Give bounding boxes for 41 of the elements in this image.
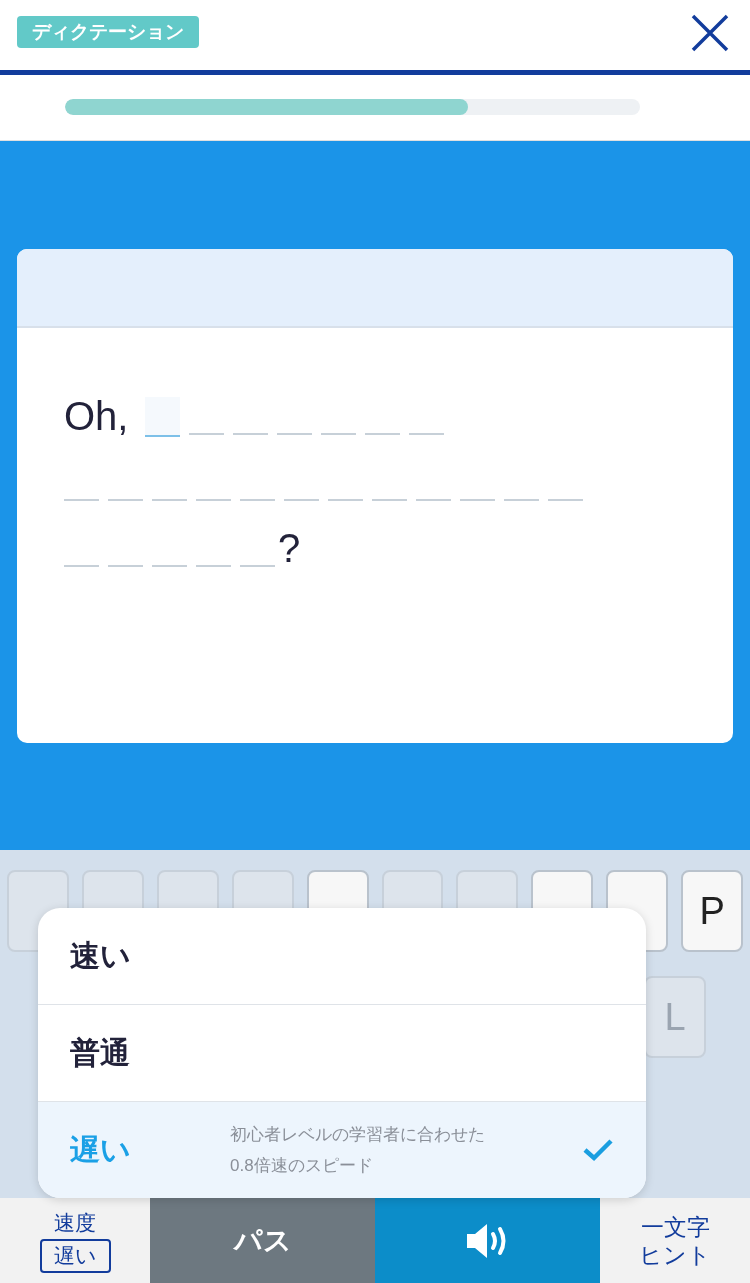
audio-button[interactable] (375, 1198, 600, 1283)
letter-blank[interactable] (277, 432, 313, 435)
letter-blank[interactable] (372, 498, 407, 501)
letter-blank[interactable] (108, 564, 143, 567)
mode-badge: ディクテーション (17, 15, 199, 48)
option-label: 遅い (70, 1131, 132, 1168)
letter-blank[interactable] (504, 498, 539, 501)
letter-blank[interactable] (196, 498, 231, 501)
letter-blank[interactable] (460, 498, 495, 501)
letter-blank[interactable] (240, 564, 275, 567)
speed-value: 遅い (39, 1238, 111, 1273)
letter-blank[interactable] (240, 498, 275, 501)
letter-blank[interactable] (108, 498, 143, 501)
speed-option[interactable]: 速い (38, 908, 646, 1004)
letter-blank[interactable] (365, 432, 401, 435)
letter-blank[interactable] (196, 564, 231, 567)
letter-blank[interactable] (152, 564, 187, 567)
letter-blank[interactable] (284, 498, 319, 501)
option-label: 速い (70, 937, 132, 974)
close-button[interactable] (690, 12, 730, 53)
letter-blank[interactable] (64, 564, 99, 567)
option-description: 初心者レベルの学習者に合わせた 0.8倍速のスピード (230, 1124, 486, 1177)
speed-button[interactable]: 速度 遅い (0, 1198, 150, 1283)
hint-button[interactable]: 一文字ヒント (600, 1198, 750, 1283)
letter-blank[interactable] (189, 432, 225, 435)
letter-blank[interactable] (409, 432, 445, 435)
sentence-word: ? (278, 524, 301, 571)
letter-blank[interactable] (152, 498, 187, 501)
option-label: 普通 (70, 1034, 131, 1071)
speed-label: 速度 (54, 1209, 96, 1236)
letter-blank[interactable] (328, 498, 363, 501)
pass-button[interactable]: パス (150, 1198, 375, 1283)
keyboard-key[interactable]: P (681, 870, 744, 953)
letter-blank[interactable] (233, 432, 269, 435)
letter-blank[interactable] (548, 498, 583, 501)
sentence-word: Oh, (64, 392, 129, 439)
letter-blank[interactable] (145, 396, 181, 437)
checkmark-icon (582, 1138, 614, 1162)
letter-blank[interactable] (416, 498, 451, 501)
letter-blank[interactable] (64, 498, 99, 501)
letter-blank[interactable] (321, 432, 357, 435)
